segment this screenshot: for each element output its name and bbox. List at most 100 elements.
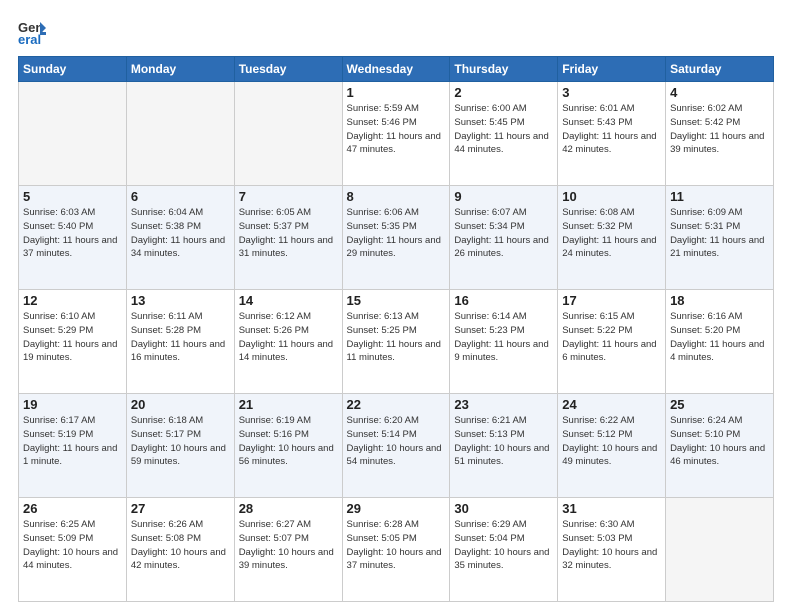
day-number: 5 — [23, 189, 122, 204]
calendar-week-row: 19 Sunrise: 6:17 AM Sunset: 5:19 PM Dayli… — [19, 394, 774, 498]
calendar-cell: 4Sunrise: 6:02 AM Sunset: 5:42 PM Daylig… — [666, 82, 774, 186]
calendar-cell — [19, 82, 127, 186]
day-number: 15 — [347, 293, 446, 308]
day-number: 26 — [23, 501, 122, 516]
day-number: 3 — [562, 85, 661, 100]
calendar-cell: 9Sunrise: 6:07 AM Sunset: 5:34 PM Daylig… — [450, 186, 558, 290]
day-info: Sunrise: 6:03 AM Sunset: 5:40 PM Dayligh… — [23, 206, 122, 261]
day-info: Sunrise: 6:21 AM Sunset: 5:13 PM Dayligh… — [454, 414, 553, 469]
day-header-sunday: Sunday — [19, 57, 127, 82]
day-info: Sunrise: 6:22 AM Sunset: 5:12 PM Dayligh… — [562, 414, 661, 469]
day-info: Sunrise: 6:16 AM Sunset: 5:20 PM Dayligh… — [670, 310, 769, 365]
calendar-cell: 25Sunrise: 6:24 AM Sunset: 5:10 PM Dayli… — [666, 394, 774, 498]
calendar-cell: 31 Sunrise: 6:30 AM Sunset: 5:03 PM Dayli… — [558, 498, 666, 602]
calendar-cell: 24 Sunrise: 6:22 AM Sunset: 5:12 PM Dayli… — [558, 394, 666, 498]
calendar-week-row: 5 Sunrise: 6:03 AM Sunset: 5:40 PM Daylig… — [19, 186, 774, 290]
day-header-saturday: Saturday — [666, 57, 774, 82]
day-number: 18 — [670, 293, 769, 308]
calendar-cell: 14 Sunrise: 6:12 AM Sunset: 5:26 PM Dayli… — [234, 290, 342, 394]
calendar-cell: 16 Sunrise: 6:14 AM Sunset: 5:23 PM Dayli… — [450, 290, 558, 394]
day-number: 12 — [23, 293, 122, 308]
day-info: Sunrise: 6:19 AM Sunset: 5:16 PM Dayligh… — [239, 414, 338, 469]
day-info: Sunrise: 6:04 AM Sunset: 5:38 PM Dayligh… — [131, 206, 230, 261]
calendar-week-row: 1 Sunrise: 5:59 AM Sunset: 5:46 PM Daylig… — [19, 82, 774, 186]
day-header-friday: Friday — [558, 57, 666, 82]
day-info: Sunrise: 6:18 AM Sunset: 5:17 PM Dayligh… — [131, 414, 230, 469]
calendar-cell: 29 Sunrise: 6:28 AM Sunset: 5:05 PM Dayli… — [342, 498, 450, 602]
calendar-cell: 12 Sunrise: 6:10 AM Sunset: 5:29 PM Dayli… — [19, 290, 127, 394]
calendar-cell: 10 Sunrise: 6:08 AM Sunset: 5:32 PM Dayli… — [558, 186, 666, 290]
day-number: 20 — [131, 397, 230, 412]
calendar-cell: 11 Sunrise: 6:09 AM Sunset: 5:31 PM Dayli… — [666, 186, 774, 290]
day-info: Sunrise: 6:10 AM Sunset: 5:29 PM Dayligh… — [23, 310, 122, 365]
day-info: Sunrise: 6:11 AM Sunset: 5:28 PM Dayligh… — [131, 310, 230, 365]
day-info: Sunrise: 6:24 AM Sunset: 5:10 PM Dayligh… — [670, 414, 769, 469]
day-number: 29 — [347, 501, 446, 516]
calendar-cell: 27Sunrise: 6:26 AM Sunset: 5:08 PM Dayli… — [126, 498, 234, 602]
day-info: Sunrise: 6:17 AM Sunset: 5:19 PM Dayligh… — [23, 414, 122, 469]
day-number: 14 — [239, 293, 338, 308]
day-info: Sunrise: 6:08 AM Sunset: 5:32 PM Dayligh… — [562, 206, 661, 261]
day-number: 16 — [454, 293, 553, 308]
day-info: Sunrise: 6:30 AM Sunset: 5:03 PM Dayligh… — [562, 518, 661, 573]
calendar-cell: 6 Sunrise: 6:04 AM Sunset: 5:38 PM Daylig… — [126, 186, 234, 290]
logo: Gen eral — [18, 18, 50, 46]
day-info: Sunrise: 6:13 AM Sunset: 5:25 PM Dayligh… — [347, 310, 446, 365]
day-number: 31 — [562, 501, 661, 516]
calendar-cell — [666, 498, 774, 602]
calendar-cell: 7 Sunrise: 6:05 AM Sunset: 5:37 PM Daylig… — [234, 186, 342, 290]
day-number: 21 — [239, 397, 338, 412]
day-header-monday: Monday — [126, 57, 234, 82]
day-number: 11 — [670, 189, 769, 204]
calendar-week-row: 26Sunrise: 6:25 AM Sunset: 5:09 PM Dayli… — [19, 498, 774, 602]
calendar-cell: 13Sunrise: 6:11 AM Sunset: 5:28 PM Dayli… — [126, 290, 234, 394]
calendar-cell: 23Sunrise: 6:21 AM Sunset: 5:13 PM Dayli… — [450, 394, 558, 498]
calendar-cell: 22 Sunrise: 6:20 AM Sunset: 5:14 PM Dayli… — [342, 394, 450, 498]
day-info: Sunrise: 6:28 AM Sunset: 5:05 PM Dayligh… — [347, 518, 446, 573]
day-number: 22 — [347, 397, 446, 412]
calendar-cell: 18 Sunrise: 6:16 AM Sunset: 5:20 PM Dayli… — [666, 290, 774, 394]
calendar-cell — [126, 82, 234, 186]
day-number: 7 — [239, 189, 338, 204]
calendar-cell: 21 Sunrise: 6:19 AM Sunset: 5:16 PM Dayli… — [234, 394, 342, 498]
day-info: Sunrise: 6:09 AM Sunset: 5:31 PM Dayligh… — [670, 206, 769, 261]
day-info: Sunrise: 6:14 AM Sunset: 5:23 PM Dayligh… — [454, 310, 553, 365]
calendar-cell: 17Sunrise: 6:15 AM Sunset: 5:22 PM Dayli… — [558, 290, 666, 394]
svg-text:eral: eral — [18, 32, 41, 46]
day-number: 24 — [562, 397, 661, 412]
calendar-cell: 19 Sunrise: 6:17 AM Sunset: 5:19 PM Dayli… — [19, 394, 127, 498]
header: Gen eral — [18, 18, 774, 46]
day-info: Sunrise: 6:27 AM Sunset: 5:07 PM Dayligh… — [239, 518, 338, 573]
day-info: Sunrise: 6:15 AM Sunset: 5:22 PM Dayligh… — [562, 310, 661, 365]
day-info: Sunrise: 5:59 AM Sunset: 5:46 PM Dayligh… — [347, 102, 446, 157]
calendar-cell: 15 Sunrise: 6:13 AM Sunset: 5:25 PM Dayli… — [342, 290, 450, 394]
calendar-cell: 30Sunrise: 6:29 AM Sunset: 5:04 PM Dayli… — [450, 498, 558, 602]
day-info: Sunrise: 6:02 AM Sunset: 5:42 PM Dayligh… — [670, 102, 769, 157]
day-header-tuesday: Tuesday — [234, 57, 342, 82]
day-number: 1 — [347, 85, 446, 100]
day-info: Sunrise: 6:12 AM Sunset: 5:26 PM Dayligh… — [239, 310, 338, 365]
day-info: Sunrise: 6:06 AM Sunset: 5:35 PM Dayligh… — [347, 206, 446, 261]
logo-icon: Gen eral — [18, 18, 46, 46]
day-info: Sunrise: 6:01 AM Sunset: 5:43 PM Dayligh… — [562, 102, 661, 157]
day-number: 9 — [454, 189, 553, 204]
calendar-cell: 1 Sunrise: 5:59 AM Sunset: 5:46 PM Daylig… — [342, 82, 450, 186]
day-info: Sunrise: 6:26 AM Sunset: 5:08 PM Dayligh… — [131, 518, 230, 573]
calendar-cell: 26Sunrise: 6:25 AM Sunset: 5:09 PM Dayli… — [19, 498, 127, 602]
day-number: 8 — [347, 189, 446, 204]
day-number: 28 — [239, 501, 338, 516]
day-number: 6 — [131, 189, 230, 204]
day-number: 19 — [23, 397, 122, 412]
calendar-cell: 8 Sunrise: 6:06 AM Sunset: 5:35 PM Daylig… — [342, 186, 450, 290]
day-info: Sunrise: 6:05 AM Sunset: 5:37 PM Dayligh… — [239, 206, 338, 261]
day-number: 10 — [562, 189, 661, 204]
calendar-cell — [234, 82, 342, 186]
calendar-cell: 28 Sunrise: 6:27 AM Sunset: 5:07 PM Dayli… — [234, 498, 342, 602]
day-header-thursday: Thursday — [450, 57, 558, 82]
day-header-wednesday: Wednesday — [342, 57, 450, 82]
calendar-cell: 5 Sunrise: 6:03 AM Sunset: 5:40 PM Daylig… — [19, 186, 127, 290]
day-info: Sunrise: 6:20 AM Sunset: 5:14 PM Dayligh… — [347, 414, 446, 469]
calendar-cell: 2Sunrise: 6:00 AM Sunset: 5:45 PM Daylig… — [450, 82, 558, 186]
calendar-cell: 20 Sunrise: 6:18 AM Sunset: 5:17 PM Dayli… — [126, 394, 234, 498]
calendar-page: Gen eral SundayMondayTuesdayWednesdayThu… — [0, 0, 792, 612]
